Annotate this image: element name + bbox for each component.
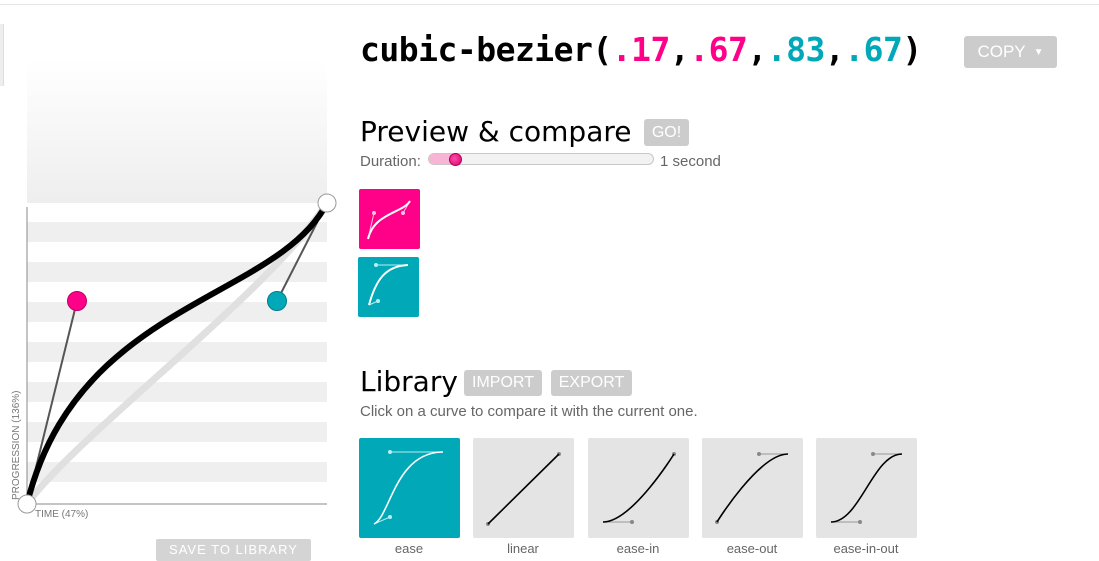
curve-canvas[interactable] <box>0 0 340 548</box>
library-hint: Click on a curve to compare it with the … <box>360 403 698 420</box>
library-item-label: ease-out <box>726 541 778 556</box>
go-button[interactable]: GO! <box>644 119 689 146</box>
ease-curve-icon <box>368 263 409 306</box>
p2x-value: .83 <box>766 30 826 69</box>
current-curve-icon <box>367 200 411 240</box>
ease-in-out-curve-icon <box>830 452 903 524</box>
library-heading: Library <box>360 365 458 398</box>
library-item-label: ease-in-out <box>833 541 899 556</box>
save-to-library-button[interactable]: SAVE TO LIBRARY <box>156 539 311 561</box>
library-item-label: ease-in <box>616 541 660 556</box>
import-button[interactable]: IMPORT <box>464 370 542 396</box>
title-suffix: ) <box>902 30 922 69</box>
compare-curve-swatch[interactable] <box>358 257 419 317</box>
ease-curve-icon <box>373 450 444 525</box>
overflow-area <box>27 60 327 203</box>
library-item-linear[interactable] <box>473 438 574 538</box>
p2y-value: .67 <box>844 30 903 69</box>
title-prefix: cubic-bezier( <box>360 30 612 69</box>
bezier-title: cubic-bezier(.17,.67,.83,.67) <box>360 28 922 72</box>
copy-button[interactable]: COPY ▼ <box>964 36 1057 68</box>
library-item-label: linear <box>507 541 539 556</box>
library-item-label: ease <box>394 541 424 556</box>
title-comma: , <box>824 30 845 69</box>
copy-label: COPY <box>977 42 1026 61</box>
ease-in-curve-icon <box>602 452 676 524</box>
library-item-ease[interactable] <box>359 438 460 538</box>
time-label: TIME (47%) <box>35 509 89 520</box>
caret-down-icon: ▼ <box>1033 47 1044 58</box>
library-item-ease-in[interactable] <box>588 438 689 538</box>
p2-handle[interactable] <box>267 291 287 311</box>
title-comma: , <box>669 30 690 69</box>
library-item-ease-in-out[interactable] <box>816 438 917 538</box>
progression-label: PROGRESSION (136%) <box>11 390 22 500</box>
preview-heading: Preview & compare <box>360 115 632 148</box>
p1y-value: .67 <box>689 30 748 69</box>
title-comma: , <box>747 30 767 69</box>
p1x-value: .17 <box>611 30 671 69</box>
current-curve-swatch[interactable] <box>359 189 420 249</box>
export-button[interactable]: EXPORT <box>551 370 632 396</box>
duration-value: 1 second <box>660 153 721 170</box>
duration-slider-thumb[interactable] <box>449 153 462 166</box>
library-item-ease-out[interactable] <box>702 438 803 538</box>
linear-curve-icon <box>486 452 561 526</box>
ease-out-curve-icon <box>715 452 789 524</box>
p1-handle[interactable] <box>67 291 87 311</box>
duration-label: Duration: <box>360 153 421 170</box>
curve-editor[interactable]: PROGRESSION (136%) TIME (47%) SAVE TO LI… <box>0 0 340 561</box>
end-point <box>317 193 337 213</box>
